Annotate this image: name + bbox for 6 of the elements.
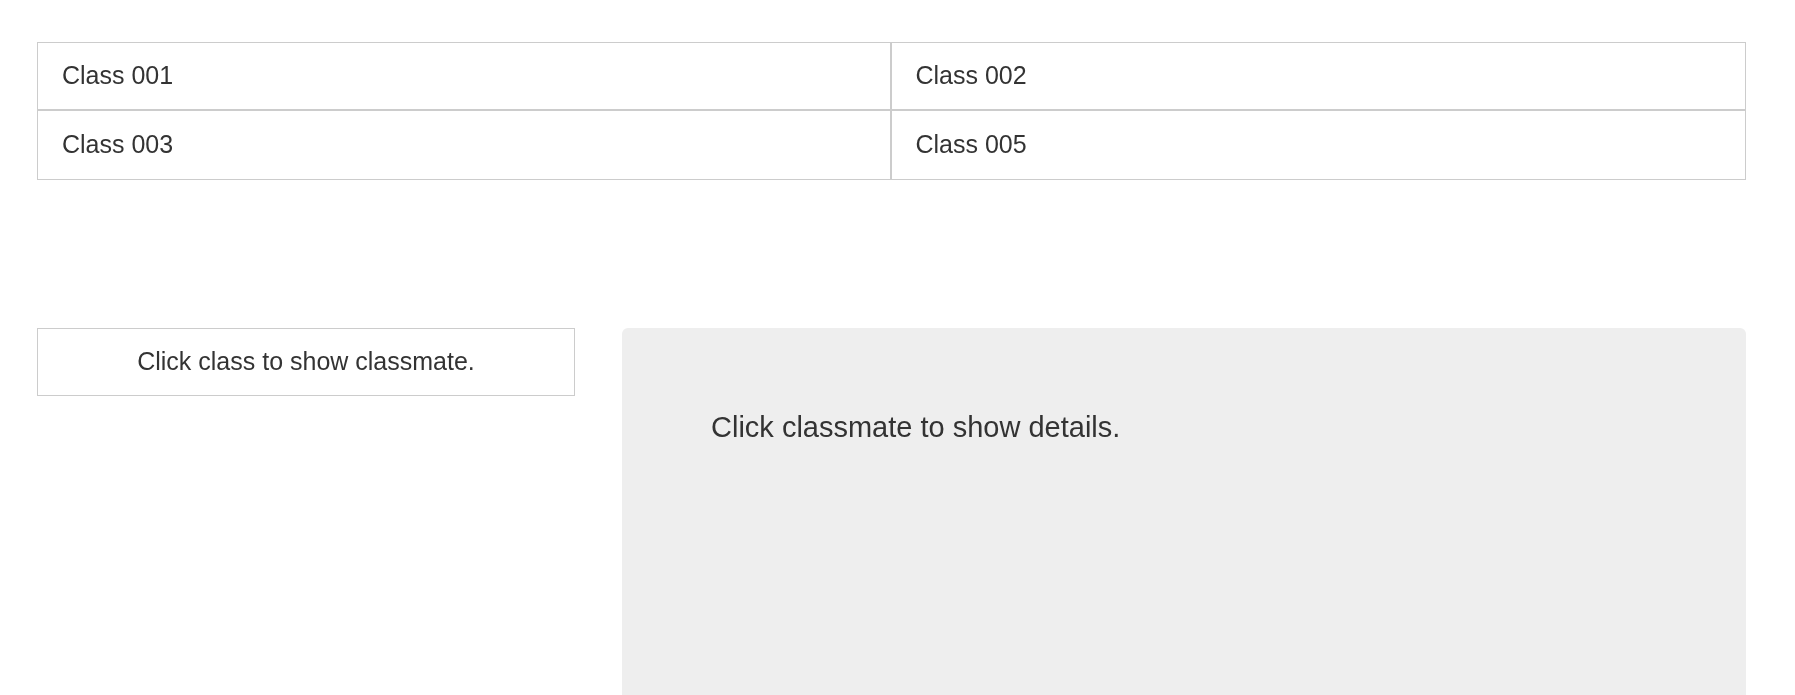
- class-item[interactable]: Class 005: [915, 126, 1027, 164]
- classmate-prompt: Click class to show classmate.: [137, 346, 475, 378]
- class-item[interactable]: Class 001: [62, 57, 174, 95]
- details-prompt: Click classmate to show details.: [711, 411, 1121, 443]
- class-item[interactable]: Class 002: [915, 57, 1027, 95]
- class-item[interactable]: Class 003: [62, 126, 174, 164]
